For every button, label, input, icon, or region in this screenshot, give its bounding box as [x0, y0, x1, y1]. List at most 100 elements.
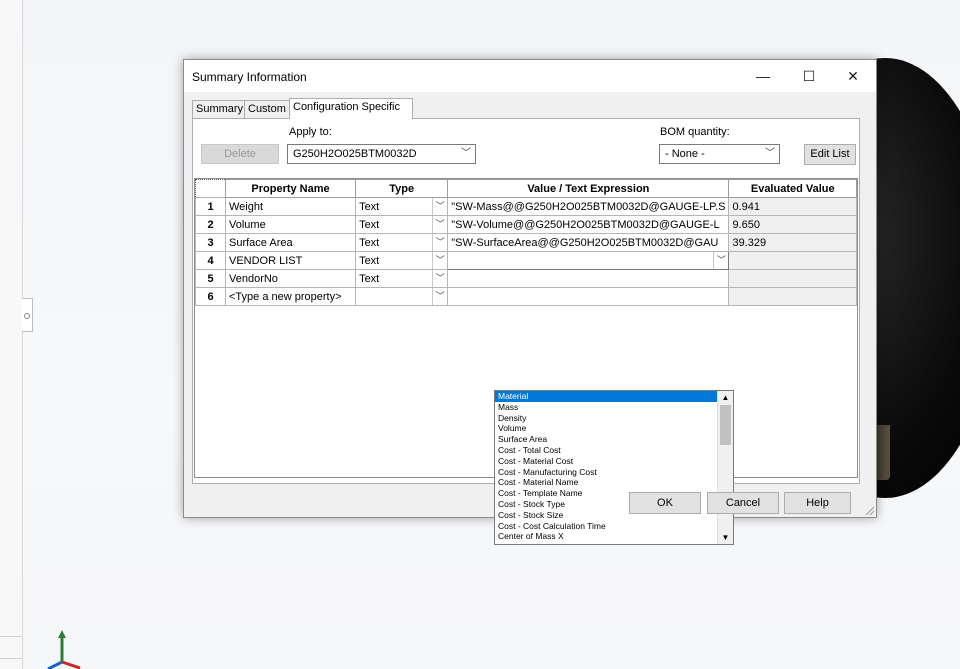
table-row: 1 Weight Text ﹀ "SW-Mass@@G250H2O025BTM00…: [195, 197, 857, 216]
dropdown-item[interactable]: Volume: [495, 423, 719, 434]
scroll-down-icon[interactable]: ▼: [718, 533, 733, 542]
dropdown-items: Material Mass Density Volume Surface Area Cos…: [495, 391, 733, 542]
column-header-type[interactable]: Type: [355, 179, 449, 198]
title-bar[interactable]: Summary Information — ☐ ✕: [184, 60, 876, 92]
bom-quantity-select[interactable]: - None - ﹀: [659, 144, 780, 164]
dropdown-item[interactable]: Material: [495, 391, 719, 402]
type-cell[interactable]: Text ﹀: [355, 269, 449, 288]
help-button[interactable]: Help: [784, 492, 851, 514]
evaluated-cell: [728, 269, 857, 288]
maximize-button[interactable]: ☐: [786, 60, 832, 92]
dropdown-item[interactable]: Cost - Total Cost: [495, 445, 719, 456]
type-cell[interactable]: Text ﹀: [355, 251, 449, 270]
row-number[interactable]: 5: [195, 269, 226, 288]
property-name-cell[interactable]: Weight: [224, 197, 357, 216]
minimize-button[interactable]: —: [740, 60, 786, 92]
dropdown-arrow-icon[interactable]: ﹀: [432, 216, 447, 233]
property-name-cell[interactable]: VendorNo: [224, 269, 357, 288]
dropdown-item[interactable]: Cost - Manufacturing Cost: [495, 467, 719, 478]
evaluated-cell: 39.329: [728, 233, 857, 252]
type-value: Text: [359, 236, 380, 249]
value-cell[interactable]: "SW-Volume@@G250H2O025BTM0032D@GAUGE-L: [447, 215, 730, 234]
dropdown-arrow-icon[interactable]: ﹀: [432, 198, 447, 215]
evaluated-cell: 0.941: [728, 197, 857, 216]
type-value: Text: [359, 254, 380, 267]
type-cell[interactable]: Text ﹀: [355, 215, 449, 234]
dropdown-item[interactable]: Cost - Material Cost: [495, 456, 719, 467]
scroll-thumb[interactable]: [720, 405, 731, 445]
type-value: Text: [359, 200, 380, 213]
dropdown-item[interactable]: Mass: [495, 402, 719, 413]
column-header-property-name[interactable]: Property Name: [224, 179, 357, 198]
column-header-evaluated[interactable]: Evaluated Value: [728, 179, 857, 198]
delete-button[interactable]: Delete: [201, 144, 279, 164]
tab-configuration-specific[interactable]: Configuration Specific: [289, 98, 413, 119]
scroll-up-icon[interactable]: ▲: [718, 393, 733, 402]
type-cell[interactable]: ﹀: [355, 287, 449, 306]
edit-list-button[interactable]: Edit List: [804, 144, 856, 165]
property-name-cell[interactable]: VENDOR LIST: [224, 251, 357, 270]
value-dropdown-list[interactable]: Material Mass Density Volume Surface Area Cos…: [494, 390, 734, 545]
left-divider: [0, 658, 22, 659]
value-cell[interactable]: [447, 269, 730, 288]
dialog-title: Summary Information: [192, 70, 307, 84]
dropdown-arrow-icon[interactable]: ﹀: [713, 252, 728, 269]
dropdown-arrow-icon[interactable]: ﹀: [432, 234, 447, 251]
panel-handle-dot: [24, 313, 30, 319]
dropdown-item[interactable]: Center of Mass X: [495, 531, 719, 542]
row-number[interactable]: 1: [195, 197, 226, 216]
value-cell[interactable]: "SW-SurfaceArea@@G250H2O025BTM0032D@GAU: [447, 233, 730, 252]
table-row: 3 Surface Area Text ﹀ "SW-SurfaceArea@@G2…: [195, 233, 857, 252]
row-number[interactable]: 4: [195, 251, 226, 270]
dropdown-item[interactable]: Cost - Material Name: [495, 477, 719, 488]
value-cell[interactable]: [447, 287, 730, 306]
dropdown-item[interactable]: Density: [495, 413, 719, 424]
dropdown-arrow-icon: ﹀: [461, 148, 471, 159]
row-number[interactable]: 3: [195, 233, 226, 252]
resize-grip-icon[interactable]: [864, 505, 874, 515]
row-number[interactable]: 6: [195, 287, 226, 306]
property-name-cell[interactable]: Surface Area: [224, 233, 357, 252]
tab-custom[interactable]: Custom: [244, 100, 292, 118]
configuration-value: G250H2O025BTM0032D: [293, 148, 417, 160]
new-property-cell[interactable]: <Type a new property>: [224, 287, 357, 306]
type-value: Text: [359, 272, 380, 285]
left-panel-strip: [0, 0, 23, 669]
dropdown-arrow-icon[interactable]: ﹀: [432, 270, 447, 287]
dropdown-arrow-icon: ﹀: [765, 148, 775, 159]
table-row: 5 VendorNo Text ﹀: [195, 269, 857, 288]
type-cell[interactable]: Text ﹀: [355, 197, 449, 216]
column-header-value[interactable]: Value / Text Expression: [447, 179, 730, 198]
close-button[interactable]: ✕: [830, 60, 876, 92]
property-name-cell[interactable]: Volume: [224, 215, 357, 234]
axis-triad-icon: [47, 630, 81, 669]
evaluated-cell: 9.650: [728, 215, 857, 234]
tab-summary[interactable]: Summary: [192, 100, 248, 118]
bom-quantity-value: - None -: [665, 148, 705, 160]
table-row: 4 VENDOR LIST Text ﹀ ﹀: [195, 251, 857, 270]
property-grid: Property Name Type Value / Text Expressi…: [194, 178, 858, 545]
row-number[interactable]: 2: [195, 215, 226, 234]
ok-button[interactable]: OK: [629, 492, 701, 514]
configuration-select[interactable]: G250H2O025BTM0032D ﹀: [287, 144, 476, 164]
dropdown-arrow-icon[interactable]: ﹀: [432, 252, 447, 269]
value-combo-cell[interactable]: ﹀: [447, 251, 730, 270]
dropdown-item[interactable]: Cost - Cost Calculation Time: [495, 521, 719, 532]
dropdown-scrollbar[interactable]: ▲ ▼: [717, 391, 733, 544]
summary-information-dialog: Summary Information — ☐ ✕ Summary Custom…: [183, 59, 877, 545]
table-header-row: Property Name Type Value / Text Expressi…: [195, 179, 857, 198]
evaluated-cell: [728, 251, 857, 270]
corner-header[interactable]: [195, 179, 226, 198]
dropdown-arrow-icon[interactable]: ﹀: [432, 288, 447, 305]
table-row: 2 Volume Text ﹀ "SW-Volume@@G250H2O025BTM…: [195, 215, 857, 234]
type-value: Text: [359, 218, 380, 231]
left-divider: [0, 636, 22, 637]
apply-to-label: Apply to:: [289, 126, 332, 138]
dropdown-item[interactable]: Surface Area: [495, 434, 719, 445]
evaluated-cell: [728, 287, 857, 306]
cancel-button[interactable]: Cancel: [707, 492, 779, 514]
property-table: Property Name Type Value / Text Expressi…: [195, 179, 857, 306]
value-cell[interactable]: "SW-Mass@@G250H2O025BTM0032D@GAUGE-LP.S: [447, 197, 730, 216]
type-cell[interactable]: Text ﹀: [355, 233, 449, 252]
bom-quantity-label: BOM quantity:: [660, 126, 730, 138]
